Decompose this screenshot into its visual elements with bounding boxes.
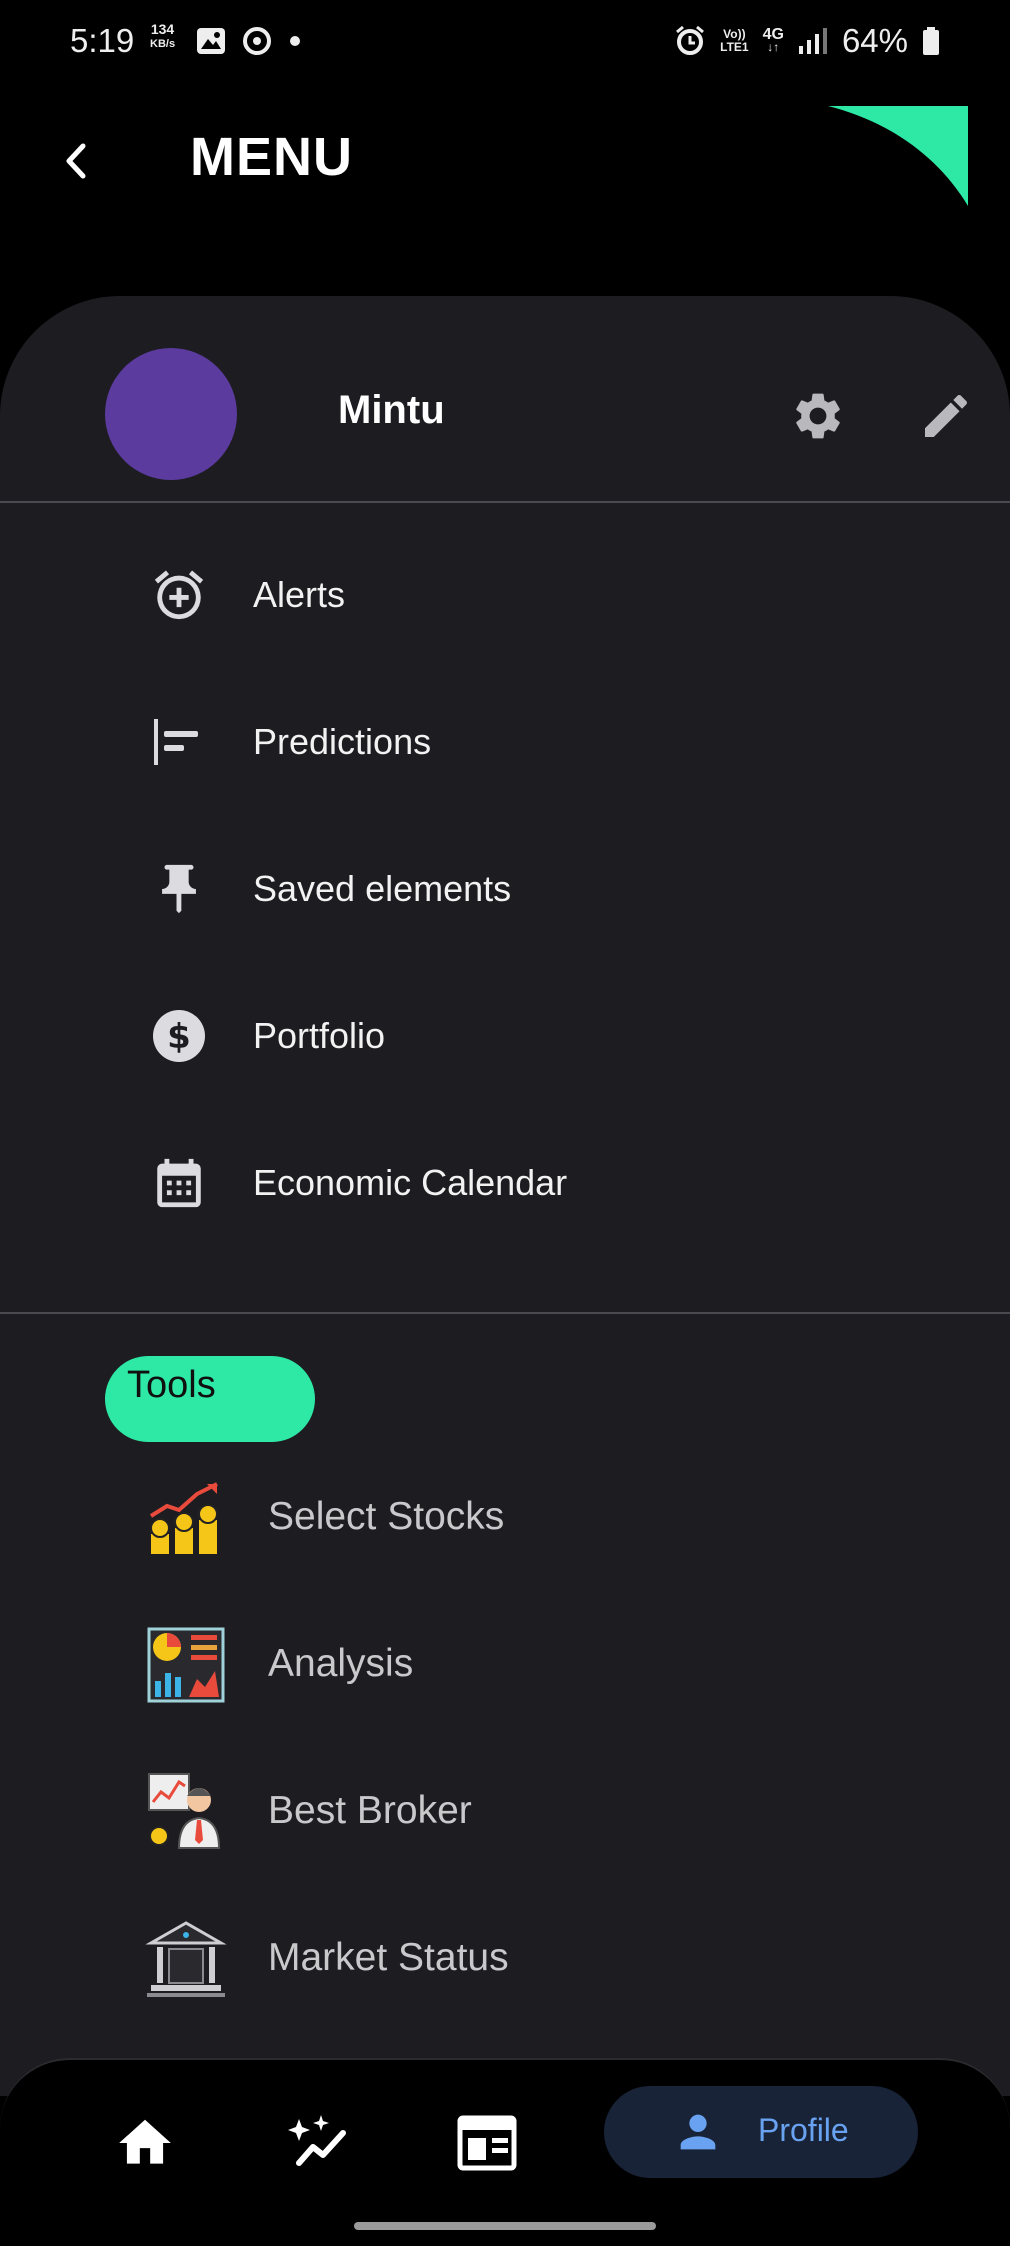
divider [0, 501, 1010, 503]
sync-app-icon [243, 27, 271, 55]
menu-item-label: Portfolio [253, 1015, 386, 1056]
menu-item-label: Alerts [253, 574, 346, 615]
tool-item-label: Select Stocks [268, 1495, 505, 1538]
battery-percent: 64% [841, 22, 908, 59]
menu-item-label: Predictions [253, 721, 432, 762]
nav-news-button[interactable] [452, 2108, 522, 2178]
menu-panel: Mintu Alerts Predictions Saved elements … [0, 296, 1010, 2096]
tools-section-badge: Tools [105, 1356, 315, 1442]
menu-item-portfolio[interactable]: $ Portfolio [0, 981, 1010, 1091]
bottom-navigation: Profile [0, 2058, 1010, 2246]
volte-indicator: Vo)) LTE1 [720, 27, 749, 54]
profile-row: Mintu [0, 296, 1010, 502]
nav-profile-label: Profile [758, 2112, 849, 2148]
home-indicator[interactable] [354, 2222, 656, 2230]
svg-text:$: $ [167, 1017, 191, 1057]
battery-icon [923, 27, 939, 55]
pencil-icon [925, 394, 968, 437]
tool-item-label: Best Broker [268, 1789, 472, 1832]
profile-name: Mintu [338, 388, 445, 432]
pin-icon [150, 860, 208, 918]
dollar-circle-icon: $ [150, 1007, 208, 1065]
notification-dot-icon [290, 36, 300, 46]
menu-item-saved-elements[interactable]: Saved elements [0, 834, 1010, 944]
signal-icon [798, 28, 827, 54]
page-title: MENU [190, 127, 353, 187]
person-icon [680, 2114, 716, 2150]
newspaper-icon [457, 2115, 517, 2171]
menu-item-label: Saved elements [253, 868, 512, 909]
edit-button[interactable] [918, 388, 974, 444]
settings-button[interactable] [790, 388, 846, 444]
network-type: 4G ↓↑ [762, 26, 784, 54]
tool-item-market-status[interactable]: Market Status [0, 1898, 1010, 2018]
align-left-icon [150, 713, 208, 771]
nav-profile-button[interactable]: Profile [604, 2086, 918, 2178]
header: MENU [0, 90, 1010, 300]
avatar[interactable] [105, 348, 237, 480]
menu-item-economic-calendar[interactable]: Economic Calendar [0, 1128, 1010, 1238]
sparkle-trend-icon [288, 2115, 346, 2166]
status-time: 5:19 [70, 22, 135, 59]
gear-icon [796, 393, 840, 439]
tool-item-analysis[interactable]: Analysis [0, 1604, 1010, 1724]
corner-accent-shape [828, 106, 968, 206]
bank-building-icon [145, 1921, 227, 1997]
gallery-icon [197, 28, 225, 54]
broker-icon [148, 1773, 221, 1849]
network-speed: 134 KB/s [150, 21, 176, 51]
tool-item-label: Analysis [268, 1642, 414, 1685]
menu-item-predictions[interactable]: Predictions [0, 687, 1010, 797]
tool-item-best-broker[interactable]: Best Broker [0, 1751, 1010, 1871]
divider [0, 1312, 1010, 1314]
status-bar: 5:19 134 KB/s Vo)) LTE1 4G ↓↑ 64% [0, 0, 1010, 90]
nav-predictions-button[interactable] [282, 2108, 352, 2178]
nav-home-button[interactable] [110, 2108, 180, 2178]
back-button[interactable] [52, 136, 102, 186]
home-icon [119, 2119, 171, 2164]
menu-item-label: Economic Calendar [253, 1162, 568, 1203]
back-arrow-icon [66, 143, 86, 179]
analysis-charts-icon [147, 1627, 225, 1703]
stocks-growth-icon [149, 1482, 218, 1554]
tool-item-select-stocks[interactable]: Select Stocks [0, 1457, 1010, 1577]
menu-item-alerts[interactable]: Alerts [0, 540, 1010, 650]
alarm-add-icon [150, 566, 208, 624]
alarm-icon [676, 25, 705, 55]
tool-item-label: Market Status [268, 1936, 509, 1979]
calendar-icon [150, 1154, 208, 1212]
